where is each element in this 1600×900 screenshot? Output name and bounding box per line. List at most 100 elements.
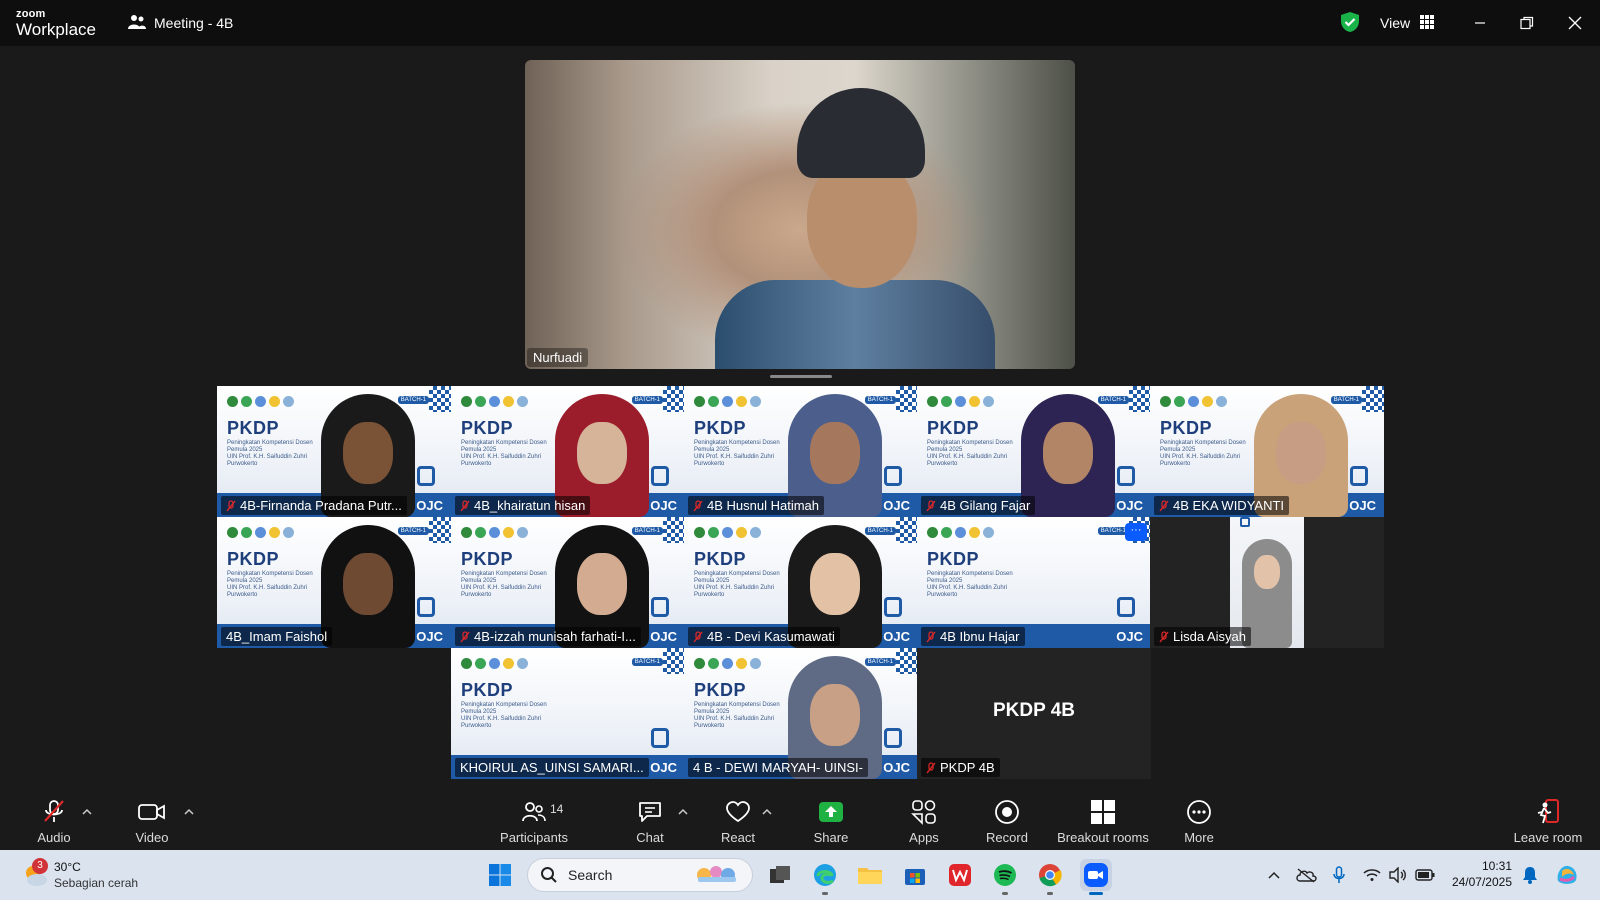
- microphone-tray-icon[interactable]: [1330, 864, 1348, 886]
- wifi-tray-icon[interactable]: [1362, 864, 1382, 886]
- slide-heading: PKDP: [461, 549, 514, 569]
- partner-logos: [927, 527, 994, 538]
- video-options-chevron-icon[interactable]: [184, 808, 196, 820]
- spotify-button[interactable]: [989, 859, 1021, 895]
- onedrive-tray-icon[interactable]: [1294, 864, 1318, 886]
- checker-pattern: [663, 386, 685, 412]
- audio-options-chevron-icon[interactable]: [82, 808, 94, 820]
- lp-logo-icon: [1117, 597, 1135, 617]
- speaker-name: Nurfuadi: [533, 350, 583, 365]
- view-button[interactable]: View: [1370, 10, 1442, 36]
- participant-tile[interactable]: BATCH-1 PKDP Peningkatan Kompetensi Dose…: [451, 517, 685, 648]
- participant-tile[interactable]: BATCH-1 PKDP Peningkatan Kompetensi Dose…: [217, 517, 451, 648]
- wifi-icon: [1363, 869, 1381, 881]
- notifications-button[interactable]: [1520, 864, 1540, 886]
- search-highlight-icon: [692, 863, 742, 888]
- apps-button[interactable]: Apps: [904, 786, 944, 850]
- restore-button[interactable]: [1512, 8, 1542, 38]
- checker-pattern: [1129, 386, 1151, 412]
- heart-react-icon: [724, 798, 752, 826]
- mic-muted-icon: [693, 630, 703, 643]
- weather-widget[interactable]: 3 30°C Sebagian cerah: [20, 858, 160, 892]
- clock-date: 24/07/2025: [1451, 875, 1512, 889]
- chat-options-chevron-icon[interactable]: [678, 808, 690, 820]
- video-button[interactable]: Video: [130, 786, 174, 850]
- slide-heading: PKDP: [1160, 418, 1213, 438]
- participant-tile[interactable]: BATCH-1 PKDP Peningkatan Kompetensi Dose…: [917, 517, 1151, 648]
- task-view-icon: [770, 866, 790, 883]
- participants-group-icon: [128, 14, 146, 33]
- participant-tile[interactable]: BATCH-1 PKDP Peningkatan Kompetensi Dose…: [917, 386, 1151, 517]
- participant-name-tag: 4B_Imam Faishol: [221, 627, 333, 646]
- volume-tray-icon[interactable]: [1388, 864, 1408, 886]
- ojc-logo: OJC: [650, 760, 677, 775]
- view-label: View: [1380, 15, 1411, 31]
- chrome-button[interactable]: [1034, 859, 1066, 895]
- wps-office-button[interactable]: [944, 859, 976, 891]
- audio-button[interactable]: Audio: [34, 786, 74, 850]
- participant-tile[interactable]: BATCH-1 PKDP Peningkatan Kompetensi Dose…: [451, 386, 685, 517]
- video-label: Video: [135, 830, 169, 845]
- zoom-logo: zoom Workplace: [16, 9, 98, 39]
- react-options-chevron-icon[interactable]: [762, 808, 774, 820]
- taskbar-search-box[interactable]: Search: [527, 858, 753, 892]
- participant-name-tag: PKDP 4B: [921, 758, 1000, 777]
- mic-muted-icon: [226, 499, 236, 512]
- close-button[interactable]: [1560, 8, 1590, 38]
- participant-tile[interactable]: BATCH-1 PKDP Peningkatan Kompetensi Dose…: [684, 386, 918, 517]
- spotify-icon: [994, 864, 1016, 886]
- encryption-shield-icon[interactable]: [1339, 11, 1361, 33]
- zoom-taskbar-button[interactable]: [1080, 859, 1112, 895]
- mic-muted-icon: [693, 499, 703, 512]
- task-view-button[interactable]: [764, 859, 796, 891]
- tile-display-label: PKDP 4B: [992, 700, 1075, 721]
- file-explorer-button[interactable]: [854, 859, 886, 891]
- tile-more-options-icon[interactable]: ···: [1125, 523, 1147, 541]
- logo-small-text: zoom: [16, 8, 46, 20]
- participant-tile[interactable]: BATCH-1 PKDP Peningkatan Kompetensi Dose…: [217, 386, 451, 517]
- participant-name-tag: Lisda Aisyah: [1154, 627, 1251, 646]
- active-speaker-video[interactable]: Nurfuadi: [525, 60, 1075, 369]
- bell-icon: [1523, 867, 1537, 884]
- battery-tray-icon[interactable]: [1414, 864, 1436, 886]
- share-button[interactable]: Share: [811, 786, 851, 850]
- leave-room-button[interactable]: Leave room: [1512, 786, 1584, 850]
- lp-logo-icon: [1240, 517, 1250, 527]
- ojc-logo: OJC: [1116, 629, 1143, 644]
- video-camera-icon: [138, 798, 166, 826]
- slide-heading: PKDP: [694, 418, 747, 438]
- checker-pattern: [896, 517, 918, 543]
- gallery-resize-handle[interactable]: [770, 375, 832, 378]
- edge-icon: [814, 864, 836, 886]
- slide-heading: PKDP: [227, 549, 280, 569]
- edge-browser-button[interactable]: [809, 859, 841, 895]
- participant-tile[interactable]: Lisda Aisyah: [1150, 517, 1384, 648]
- minimize-button[interactable]: [1465, 8, 1495, 38]
- record-label: Record: [986, 830, 1028, 845]
- participant-tile[interactable]: BATCH-1 PKDP Peningkatan Kompetensi Dose…: [684, 648, 918, 779]
- participant-tile[interactable]: BATCH-1 PKDP Peningkatan Kompetensi Dose…: [451, 648, 685, 779]
- slide-heading: PKDP: [927, 549, 980, 569]
- taskbar-clock[interactable]: 10:31 24/07/2025: [1448, 858, 1512, 890]
- participant-tile[interactable]: BATCH-1 PKDP Peningkatan Kompetensi Dose…: [684, 517, 918, 648]
- participant-tile[interactable]: BATCH-1 PKDP Peningkatan Kompetensi Dose…: [1150, 386, 1384, 517]
- more-button[interactable]: More: [1179, 786, 1219, 850]
- participant-name-tag: KHOIRUL AS_UINSI SAMARI...: [455, 758, 649, 777]
- record-button[interactable]: Record: [985, 786, 1029, 850]
- breakout-rooms-button[interactable]: Breakout rooms: [1057, 786, 1149, 850]
- chat-button[interactable]: Chat: [630, 786, 670, 850]
- slide-heading: PKDP: [227, 418, 280, 438]
- participant-name-tag: 4B Gilang Fajar: [921, 496, 1036, 515]
- react-button[interactable]: React: [718, 786, 758, 850]
- chat-bubble-icon: [636, 798, 664, 826]
- show-hidden-icons-button[interactable]: [1265, 864, 1283, 886]
- participant-tile[interactable]: PKDP 4B PKDP 4B: [917, 648, 1151, 779]
- participants-button[interactable]: Participants: [498, 786, 570, 850]
- windows-start-button[interactable]: [484, 859, 516, 891]
- breakout-rooms-label: Breakout rooms: [1057, 830, 1149, 845]
- meeting-info-button[interactable]: Meeting - 4B: [128, 12, 233, 34]
- chrome-icon: [1039, 864, 1062, 887]
- checker-pattern: [1362, 386, 1384, 412]
- copilot-button[interactable]: [1553, 864, 1581, 886]
- microsoft-store-button[interactable]: [899, 859, 931, 891]
